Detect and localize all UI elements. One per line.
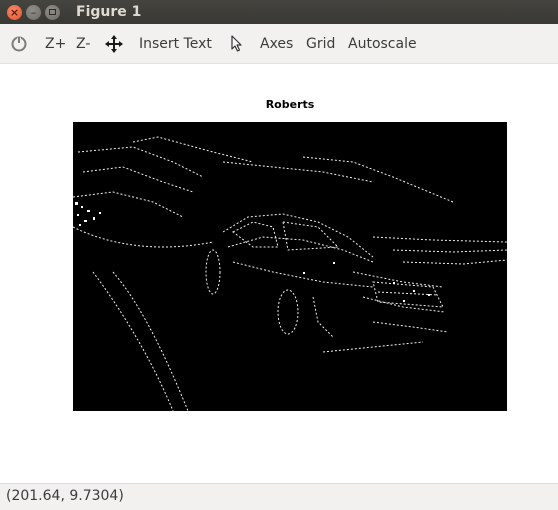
minimize-window-button[interactable]: – <box>26 4 41 20</box>
zoom-out-label: Z- <box>76 36 91 52</box>
close-window-button[interactable]: × <box>7 4 22 20</box>
home-icon <box>11 36 27 52</box>
window-title-bar: × – Figure 1 <box>0 0 558 24</box>
home-button[interactable] <box>10 24 28 64</box>
toolbar: Z+ Z- Insert Text Axes Grid Autoscale <box>0 24 558 64</box>
window-title: Figure 1 <box>76 4 142 20</box>
cursor-coordinates: (201.64, 9.7304) <box>6 488 124 504</box>
maximize-icon <box>49 9 56 15</box>
edge-image <box>72 122 508 412</box>
cursor-icon <box>231 35 242 52</box>
pointer-button[interactable] <box>230 24 244 64</box>
insert-text-label: Insert Text <box>139 36 212 52</box>
maximize-window-button[interactable] <box>45 4 60 20</box>
axes-label: Axes <box>260 36 294 52</box>
zoom-in-button[interactable]: Z+ <box>45 24 66 64</box>
zoom-out-button[interactable]: Z- <box>76 24 90 64</box>
axes-button[interactable]: Axes <box>260 24 293 64</box>
autoscale-label: Autoscale <box>348 36 417 52</box>
plot-title: Roberts <box>265 98 315 111</box>
zoom-in-label: Z+ <box>45 36 67 52</box>
pan-button[interactable] <box>104 24 124 64</box>
autoscale-button[interactable]: Autoscale <box>348 24 417 64</box>
figure-area[interactable]: Roberts <box>0 65 558 483</box>
image-axes[interactable] <box>72 122 508 412</box>
insert-text-button[interactable]: Insert Text <box>139 24 212 64</box>
pan-arrows-icon <box>105 35 123 53</box>
status-bar: (201.64, 9.7304) <box>0 483 558 510</box>
grid-label: Grid <box>306 36 336 52</box>
grid-button[interactable]: Grid <box>306 24 335 64</box>
